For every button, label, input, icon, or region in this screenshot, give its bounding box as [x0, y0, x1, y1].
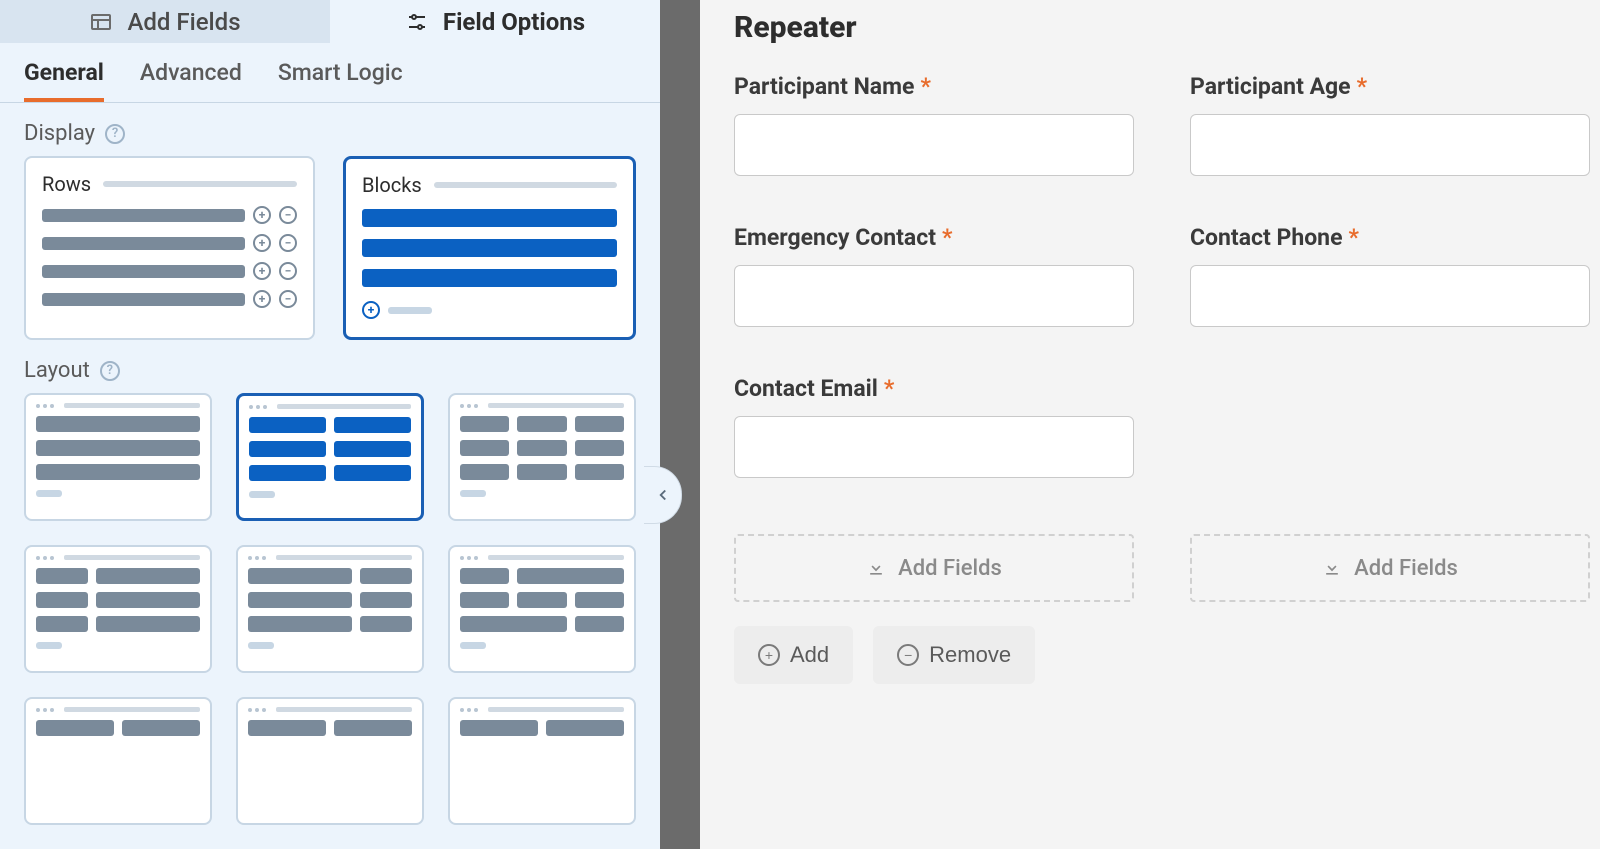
- layout-option-1-2[interactable]: [24, 545, 212, 673]
- help-icon[interactable]: ?: [100, 361, 120, 381]
- subtab-general[interactable]: General: [24, 59, 104, 102]
- section-layout-label: Layout: [24, 358, 90, 383]
- plus-icon: +: [253, 262, 271, 280]
- left-panel: Add Fields Field Options General Advance…: [0, 0, 660, 849]
- panel-divider: [660, 0, 700, 849]
- display-option-rows[interactable]: Rows +− +− +− +−: [24, 156, 315, 340]
- section-layout-head: Layout ?: [0, 340, 660, 393]
- plus-icon: +: [253, 290, 271, 308]
- field-contact-phone[interactable]: Contact Phone*: [1190, 224, 1590, 327]
- help-icon[interactable]: ?: [105, 124, 125, 144]
- layout-option-2-1[interactable]: [236, 545, 424, 673]
- fields-icon: [89, 10, 113, 34]
- top-tabs: Add Fields Field Options: [0, 0, 660, 43]
- field-label: Contact Email*: [734, 375, 1134, 402]
- participant-age-input[interactable]: [1190, 114, 1590, 176]
- subtab-smart-logic[interactable]: Smart Logic: [278, 59, 403, 102]
- plus-icon: +: [253, 234, 271, 252]
- add-button[interactable]: + Add: [734, 626, 853, 684]
- repeater-actions: + Add − Remove: [734, 626, 1600, 684]
- section-display-head: Display ?: [0, 103, 660, 156]
- repeater-fields: Participant Name* Participant Age* Emerg…: [734, 73, 1600, 478]
- repeater-title: Repeater: [734, 0, 1600, 73]
- remove-button-label: Remove: [929, 642, 1011, 668]
- minus-icon: −: [279, 290, 297, 308]
- sliders-icon: [405, 10, 429, 34]
- tab-add-fields-label: Add Fields: [127, 8, 240, 36]
- plus-circle-icon: +: [758, 644, 780, 666]
- display-option-blocks[interactable]: Blocks +: [343, 156, 636, 340]
- dropzone-label: Add Fields: [898, 556, 1002, 581]
- layout-option-3col[interactable]: [448, 393, 636, 521]
- contact-phone-input[interactable]: [1190, 265, 1590, 327]
- add-fields-dropzone[interactable]: Add Fields: [1190, 534, 1590, 602]
- minus-icon: −: [279, 234, 297, 252]
- field-label: Emergency Contact*: [734, 224, 1134, 251]
- field-label: Participant Name*: [734, 73, 1134, 100]
- tab-field-options-label: Field Options: [443, 8, 585, 36]
- minus-icon: −: [279, 262, 297, 280]
- minus-circle-icon: −: [897, 644, 919, 666]
- participant-name-input[interactable]: [734, 114, 1134, 176]
- layout-option-extra-1[interactable]: [24, 697, 212, 825]
- plus-icon: +: [253, 206, 271, 224]
- tab-add-fields[interactable]: Add Fields: [0, 0, 330, 43]
- plus-circle-icon: +: [362, 301, 380, 319]
- dropzone-row: Add Fields Add Fields: [734, 534, 1600, 602]
- display-blocks-label: Blocks: [362, 173, 422, 197]
- contact-email-input[interactable]: [734, 416, 1134, 478]
- section-display-label: Display: [24, 121, 95, 146]
- emergency-contact-input[interactable]: [734, 265, 1134, 327]
- layout-option-2col[interactable]: [236, 393, 424, 521]
- download-icon: [866, 558, 886, 578]
- subtab-advanced[interactable]: Advanced: [140, 59, 242, 102]
- layout-option-extra-3[interactable]: [448, 697, 636, 825]
- display-rows-label: Rows: [42, 172, 91, 196]
- download-icon: [1322, 558, 1342, 578]
- layout-option-1col[interactable]: [24, 393, 212, 521]
- dropzone-label: Add Fields: [1354, 556, 1458, 581]
- field-emergency-contact[interactable]: Emergency Contact*: [734, 224, 1134, 327]
- field-contact-email[interactable]: Contact Email*: [734, 375, 1134, 478]
- layout-grid: [0, 393, 660, 849]
- form-canvas: Repeater Participant Name* Participant A…: [700, 0, 1600, 849]
- remove-button[interactable]: − Remove: [873, 626, 1035, 684]
- add-button-label: Add: [790, 642, 829, 668]
- field-participant-name[interactable]: Participant Name*: [734, 73, 1134, 176]
- layout-option-extra-2[interactable]: [236, 697, 424, 825]
- tab-field-options[interactable]: Field Options: [330, 0, 660, 43]
- sub-tabs: General Advanced Smart Logic: [0, 43, 660, 103]
- field-label: Contact Phone*: [1190, 224, 1590, 251]
- add-fields-dropzone[interactable]: Add Fields: [734, 534, 1134, 602]
- display-options: Rows +− +− +− +− Blocks +: [0, 156, 660, 340]
- field-participant-age[interactable]: Participant Age*: [1190, 73, 1590, 176]
- minus-icon: −: [279, 206, 297, 224]
- layout-option-mixed[interactable]: [448, 545, 636, 673]
- field-label: Participant Age*: [1190, 73, 1590, 100]
